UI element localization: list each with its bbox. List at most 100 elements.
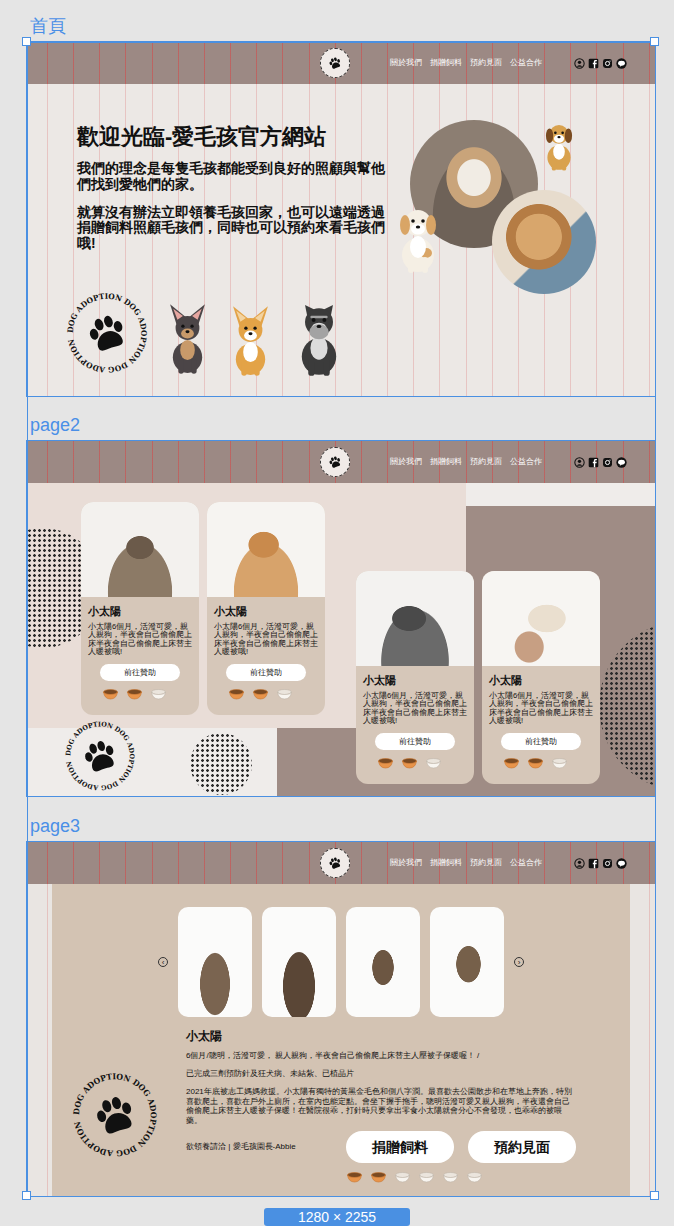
chihuahua-icon xyxy=(160,300,215,378)
food-level xyxy=(346,1171,630,1183)
sponsor-button[interactable]: 前往贊助 xyxy=(100,664,180,681)
user-button[interactable] xyxy=(574,457,585,468)
figma-canvas: 首頁關於我們捐贈飼料預約見面公益合作歡迎光臨-愛毛孩官方網站我們的理念是每隻毛孩… xyxy=(0,0,674,1226)
user-button[interactable] xyxy=(574,858,585,869)
design-frame[interactable]: 關於我們捐贈飼料預約見面公益合作 DOG ADOPTION DOG ADOPTIO… xyxy=(27,441,655,796)
nav-link[interactable]: 預約見面 xyxy=(470,857,502,869)
halftone-decoration xyxy=(190,733,252,795)
resize-handle[interactable] xyxy=(22,1191,31,1200)
paw-logo-icon xyxy=(326,54,344,72)
badge-text: DOG ADOPTION DOG ADOPTION DOG ADOPTION xyxy=(66,292,149,375)
user-button[interactable] xyxy=(574,58,585,69)
dog-photo xyxy=(346,907,420,1017)
design-frame[interactable]: 關於我們捐贈飼料預約見面公益合作‹›小太陽6個月/聰明，活潑可愛， 親人親狗，半… xyxy=(27,842,655,1196)
dog-card-body: 小太陽小太陽6個月，活潑可愛，親人親狗，半夜會自己偷偷爬上床半夜會自己偷偷爬上床… xyxy=(356,666,474,784)
social-icons xyxy=(574,58,627,69)
sponsor-button[interactable]: 前往贊助 xyxy=(501,733,581,750)
food-bowl-icon xyxy=(394,1171,411,1183)
svg-text:DOG ADOPTION DOG ADOPTION DOG: DOG ADOPTION DOG ADOPTION DOG ADOPTION xyxy=(64,720,135,791)
line-button[interactable] xyxy=(616,858,627,869)
donate-button[interactable]: 捐贈飼料 xyxy=(346,1131,454,1163)
food-bowl-icon xyxy=(551,757,568,769)
dog-description: 小太陽6個月，活潑可愛，親人親狗，半夜會自己偷偷爬上床半夜會自己偷偷爬上床替主人… xyxy=(214,623,318,657)
frame-label[interactable]: page2 xyxy=(0,396,674,441)
instagram-icon xyxy=(602,858,613,869)
nav-link[interactable]: 公益合作 xyxy=(510,57,542,69)
user-icon xyxy=(574,58,585,69)
visit-button[interactable]: 預約見面 xyxy=(468,1131,576,1163)
resize-handle[interactable] xyxy=(22,37,31,46)
dog-description: 小太陽6個月，活潑可愛，親人親狗，半夜會自己偷偷爬上床半夜會自己偷偷爬上床替主人… xyxy=(88,623,192,657)
dog-photo xyxy=(81,502,199,597)
instagram-button[interactable] xyxy=(602,858,613,869)
site-logo[interactable] xyxy=(320,848,350,878)
line-button[interactable] xyxy=(616,457,627,468)
dog-photo xyxy=(492,190,596,294)
sponsor-section: DOG ADOPTION DOG ADOPTION DOG ADOPTION 小太… xyxy=(27,483,655,796)
line-button[interactable] xyxy=(616,58,627,69)
design-frame[interactable]: 關於我們捐贈飼料預約見面公益合作歡迎光臨-愛毛孩官方網站我們的理念是每隻毛孩都能… xyxy=(27,42,655,396)
frame-label[interactable]: 首頁 xyxy=(0,0,674,42)
site-logo[interactable] xyxy=(320,48,350,78)
nav-link[interactable]: 公益合作 xyxy=(510,857,542,869)
resize-handle[interactable] xyxy=(650,37,659,46)
size-badge: 1280 × 2255 xyxy=(264,1208,410,1226)
food-bowl-icon xyxy=(418,1171,435,1183)
nav-link[interactable]: 捐贈飼料 xyxy=(430,57,462,69)
instagram-icon xyxy=(602,457,613,468)
site-logo[interactable] xyxy=(320,447,350,477)
svg-text:DOG ADOPTION DOG ADOPTION DOG: DOG ADOPTION DOG ADOPTION DOG ADOPTION xyxy=(71,1071,159,1159)
social-icons xyxy=(574,858,627,869)
instagram-button[interactable] xyxy=(602,457,613,468)
svg-text:DOG ADOPTION DOG ADOPTION DOG: DOG ADOPTION DOG ADOPTION DOG ADOPTION xyxy=(66,292,149,375)
nav-link[interactable]: 預約見面 xyxy=(470,57,502,69)
corgi-icon xyxy=(223,304,278,378)
hero-title: 歡迎光臨-愛毛孩官方網站 xyxy=(77,124,387,149)
next-button[interactable]: › xyxy=(514,957,524,967)
dog-card: 小太陽小太陽6個月，活潑可愛，親人親狗，半夜會自己偷偷爬上床半夜會自己偷偷爬上床… xyxy=(356,571,474,784)
nav-link[interactable]: 公益合作 xyxy=(510,456,542,468)
hero-paragraph: 我們的理念是每隻毛孩都能受到良好的照顧與幫他們找到愛牠們的家。 xyxy=(77,161,387,192)
line-icon xyxy=(616,457,627,468)
sponsor-button[interactable]: 前往贊助 xyxy=(375,733,455,750)
site-header: 關於我們捐贈飼料預約見面公益合作 xyxy=(27,842,655,884)
paw-logo-icon xyxy=(326,453,344,471)
facebook-icon xyxy=(588,858,599,869)
food-bowl-icon xyxy=(150,688,167,700)
food-bowl-icon xyxy=(442,1171,459,1183)
user-icon xyxy=(574,858,585,869)
dog-card: 小太陽小太陽6個月，活潑可愛，親人親狗，半夜會自己偷偷爬上床半夜會自己偷偷爬上床… xyxy=(207,502,325,715)
facebook-button[interactable] xyxy=(588,58,599,69)
facebook-icon xyxy=(588,457,599,468)
illustration-row: DOG ADOPTION DOG ADOPTION DOG ADOPTION xyxy=(62,288,387,378)
nav-link[interactable]: 關於我們 xyxy=(390,57,422,69)
nav-link[interactable]: 預約見面 xyxy=(470,456,502,468)
food-bowl-icon xyxy=(102,688,119,700)
nav-link[interactable]: 關於我們 xyxy=(390,456,422,468)
facebook-button[interactable] xyxy=(588,858,599,869)
sponsor-button[interactable]: 前往贊助 xyxy=(226,664,306,681)
adoption-badge: DOG ADOPTION DOG ADOPTION DOG ADOPTION xyxy=(68,1068,162,1162)
adoption-badge-box: DOG ADOPTION DOG ADOPTION DOG ADOPTION xyxy=(68,1068,162,1162)
dog-photo xyxy=(178,907,252,1017)
frame-label[interactable]: page3 xyxy=(0,796,674,842)
facebook-button[interactable] xyxy=(588,457,599,468)
dog-description: 小太陽6個月，活潑可愛，親人親狗，半夜會自己偷偷爬上床半夜會自己偷偷爬上床替主人… xyxy=(489,692,593,726)
nav-link[interactable]: 關於我們 xyxy=(390,857,422,869)
line-icon xyxy=(616,858,627,869)
nav-menu: 關於我們捐贈飼料預約見面公益合作 xyxy=(390,857,542,869)
prev-button[interactable]: ‹ xyxy=(158,957,168,967)
food-bowl-icon xyxy=(346,1171,363,1183)
hero-text: 歡迎光臨-愛毛孩官方網站我們的理念是每隻毛孩都能受到良好的照顧與幫他們找到愛牠們… xyxy=(27,84,387,396)
nav-menu: 關於我們捐贈飼料預約見面公益合作 xyxy=(390,57,542,69)
food-level xyxy=(214,688,318,700)
dog-detail-section: ‹›小太陽6個月/聰明，活潑可愛， 親人親狗，半夜會自己偷偷爬上床替主人壓被子保… xyxy=(27,884,655,1196)
nav-link[interactable]: 捐贈飼料 xyxy=(430,857,462,869)
adoption-badge: DOG ADOPTION DOG ADOPTION DOG ADOPTION xyxy=(62,288,152,378)
badge-text: DOG ADOPTION DOG ADOPTION DOG ADOPTION xyxy=(64,720,135,791)
dog-card: 小太陽小太陽6個月，活潑可愛，親人親狗，半夜會自己偷偷爬上床半夜會自己偷偷爬上床… xyxy=(482,571,600,784)
instagram-button[interactable] xyxy=(602,58,613,69)
resize-handle[interactable] xyxy=(650,1191,659,1200)
dog-description: 小太陽6個月，活潑可愛，親人親狗，半夜會自己偷偷爬上床半夜會自己偷偷爬上床替主人… xyxy=(363,692,467,726)
nav-link[interactable]: 捐贈飼料 xyxy=(430,456,462,468)
